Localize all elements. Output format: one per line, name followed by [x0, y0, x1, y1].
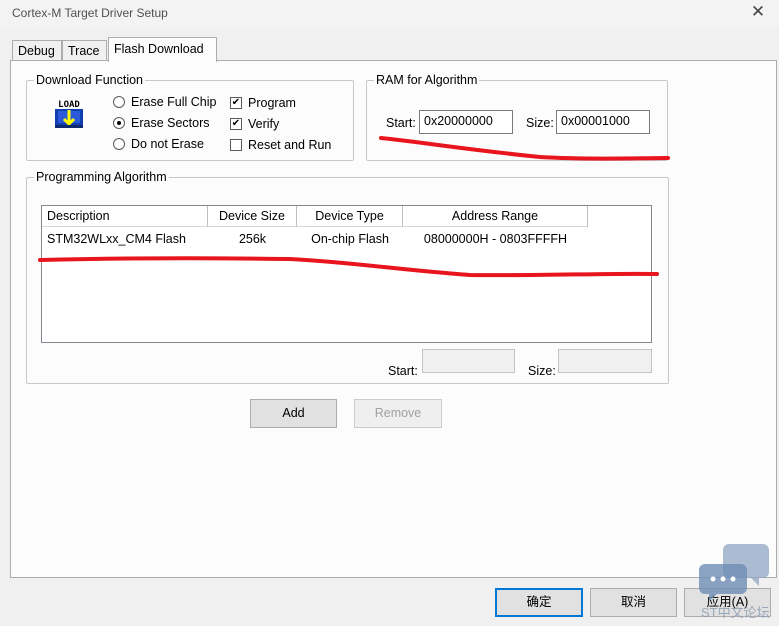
reset-and-run-label: Reset and Run [248, 138, 332, 152]
cancel-button[interactable]: 取消 [590, 588, 677, 617]
remove-button[interactable]: Remove [354, 399, 442, 428]
row-device-size: 256k [238, 232, 267, 246]
tab-flash-download[interactable]: Flash Download [108, 37, 217, 62]
erase-full-chip-label: Erase Full Chip [131, 95, 217, 109]
add-button[interactable]: Add [250, 399, 337, 428]
verify-option[interactable]: ✔ Verify [230, 117, 279, 131]
tab-trace[interactable]: Trace [62, 40, 107, 62]
erase-sectors-option[interactable]: Erase Sectors [113, 116, 210, 130]
row-device-type: On-chip Flash [311, 232, 389, 246]
ram-start-label: Start: [386, 116, 416, 130]
do-not-erase-radio[interactable] [113, 138, 125, 150]
load-icon-text: LOAD [58, 100, 80, 110]
table-row[interactable]: STM32WLxx_CM4 Flash 256k On-chip Flash 0… [42, 230, 588, 248]
ok-button[interactable]: 确定 [495, 588, 583, 617]
erase-full-chip-radio[interactable] [113, 96, 125, 108]
ram-size-label: Size: [526, 116, 554, 130]
algo-size-label: Size: [528, 364, 556, 378]
erase-sectors-label: Erase Sectors [131, 116, 210, 130]
column-device-size[interactable]: Device Size [208, 206, 297, 227]
title-bar: Cortex-M Target Driver Setup ✕ [0, 0, 779, 28]
programming-algorithm-legend: Programming Algorithm [34, 170, 169, 184]
load-icon: LOAD [55, 100, 83, 128]
verify-label: Verify [248, 117, 280, 131]
row-description: STM32WLxx_CM4 Flash [47, 232, 186, 246]
ram-size-input[interactable]: 0x00001000 [556, 110, 650, 134]
ram-for-algorithm-legend: RAM for Algorithm [374, 73, 480, 87]
algo-size-input[interactable] [558, 349, 652, 373]
algorithm-list-header: Description Device Size Device Type Addr… [42, 206, 588, 227]
algo-start-label: Start: [388, 364, 418, 378]
download-function-group: Download Function LOAD Erase Full Chip E… [26, 73, 354, 161]
erase-full-chip-option[interactable]: Erase Full Chip [113, 95, 216, 109]
flash-download-panel: Download Function LOAD Erase Full Chip E… [10, 60, 777, 578]
do-not-erase-label: Do not Erase [131, 137, 204, 151]
reset-and-run-option[interactable]: Reset and Run [230, 138, 331, 152]
close-icon[interactable]: ✕ [747, 2, 769, 24]
verify-checkbox[interactable]: ✔ [230, 118, 242, 130]
ram-for-algorithm-group: RAM for Algorithm Start: 0x20000000 Size… [366, 73, 668, 161]
algo-start-input[interactable] [422, 349, 515, 373]
program-label: Program [248, 96, 296, 110]
ram-start-input[interactable]: 0x20000000 [419, 110, 513, 134]
programming-algorithm-group: Programming Algorithm Description Device… [26, 170, 669, 384]
apply-button[interactable]: 应用(A) [684, 588, 771, 617]
do-not-erase-option[interactable]: Do not Erase [113, 137, 204, 151]
program-checkbox[interactable]: ✔ [230, 97, 242, 109]
erase-sectors-radio[interactable] [113, 117, 125, 129]
program-option[interactable]: ✔ Program [230, 96, 296, 110]
download-function-legend: Download Function [34, 73, 146, 87]
reset-and-run-checkbox[interactable] [230, 139, 242, 151]
algorithm-list[interactable]: Description Device Size Device Type Addr… [41, 205, 652, 343]
column-address-range[interactable]: Address Range [403, 206, 588, 227]
window-title: Cortex-M Target Driver Setup [12, 6, 168, 20]
column-description[interactable]: Description [42, 206, 208, 227]
tab-debug[interactable]: Debug [12, 40, 62, 62]
column-device-type[interactable]: Device Type [297, 206, 403, 227]
row-address-range: 08000000H - 0803FFFFH [423, 232, 568, 246]
